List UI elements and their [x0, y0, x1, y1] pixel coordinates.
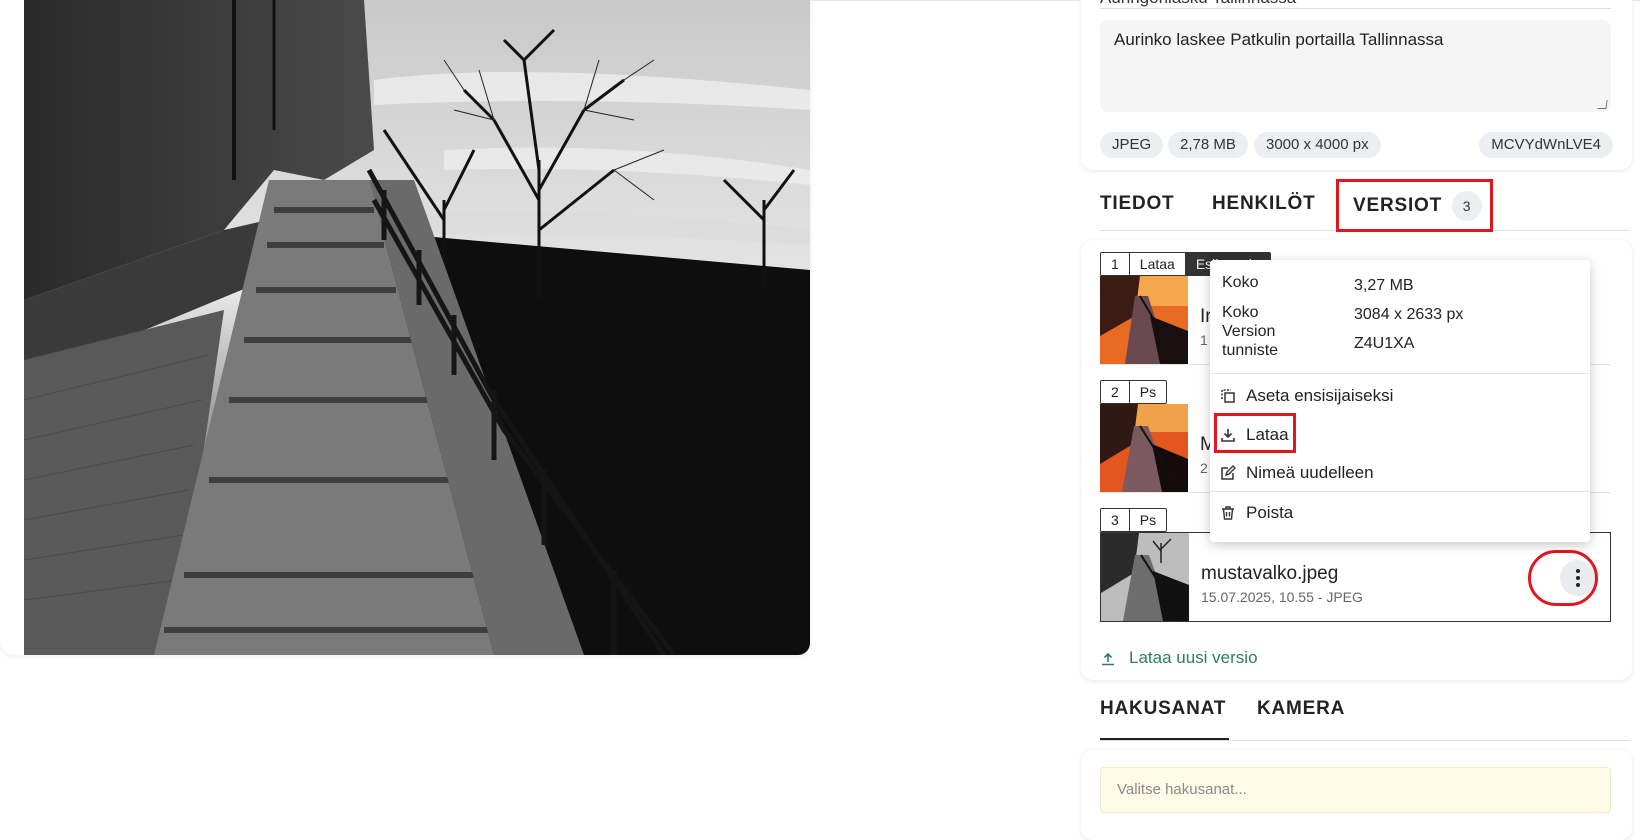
tab-people[interactable]: HENKILÖT — [1212, 193, 1316, 215]
version-1-thumbnail — [1100, 276, 1188, 364]
format-chip: JPEG — [1100, 132, 1164, 158]
menu-set-primary-label: Aseta ensisijaiseksi — [1246, 386, 1394, 405]
version-2-tag-label: Ps — [1139, 384, 1157, 400]
menu-id-value: Z4U1XA — [1354, 335, 1415, 352]
menu-rename[interactable]: Nimeä uudelleen — [1220, 460, 1374, 486]
tab-keywords-underline — [1100, 738, 1229, 740]
tab-keywords[interactable]: HAKUSANAT — [1100, 698, 1226, 720]
version-2-tag: 2 Ps — [1100, 380, 1168, 404]
description-textarea[interactable]: Aurinko laskee Patkulin portailla Tallin… — [1100, 20, 1611, 112]
menu-delete[interactable]: Poista — [1220, 500, 1293, 526]
upload-new-version-link[interactable]: Lataa uusi versio — [1101, 648, 1258, 668]
lower-tabs: HAKUSANAT KAMERA — [1100, 690, 1630, 741]
versions-tab-highlight — [1336, 179, 1493, 232]
title-field[interactable]: Auringonlasku Tallinnassa — [1100, 0, 1611, 9]
menu-set-primary[interactable]: Aseta ensisijaiseksi — [1220, 383, 1393, 409]
menu-id-label-line1: Version — [1222, 323, 1276, 340]
version-2-number: 2 — [1101, 381, 1130, 403]
version-1-meta: 1 — [1200, 332, 1208, 348]
more-button-highlight — [1528, 550, 1598, 606]
menu-size-label: Koko — [1222, 274, 1259, 291]
dimensions-chip: 3000 x 4000 px — [1254, 132, 1381, 158]
metadata-card: Auringonlasku Tallinnassa Aurinko laskee… — [1081, 0, 1632, 170]
version-context-menu: Koko 3,27 MB Koko 3084 x 2633 px Version… — [1210, 260, 1590, 542]
id-chip: MCVYdWnLVE4 — [1479, 132, 1613, 158]
keywords-input[interactable]: Valitse hakusanat... — [1100, 767, 1611, 813]
tab-info[interactable]: TIEDOT — [1100, 193, 1174, 215]
tab-camera[interactable]: KAMERA — [1257, 698, 1345, 720]
upload-new-version-label: Lataa uusi versio — [1129, 648, 1258, 667]
version-3-name: mustavalko.jpeg — [1201, 563, 1339, 584]
description-text: Aurinko laskee Patkulin portailla Tallin… — [1114, 30, 1444, 49]
menu-delete-label: Poista — [1246, 503, 1294, 522]
version-3-tag: 3 Ps — [1100, 508, 1168, 532]
menu-dims-label: Koko — [1222, 304, 1259, 321]
keywords-card: Valitse hakusanat... — [1081, 750, 1632, 840]
version-1-tag-label: Lataa — [1130, 253, 1186, 275]
version-2-meta: 2 — [1200, 460, 1208, 476]
photo-preview-card — [0, 0, 810, 655]
size-chip: 2,78 MB — [1168, 132, 1248, 158]
version-2-thumbnail — [1100, 404, 1188, 492]
menu-divider — [1210, 373, 1590, 374]
edit-icon — [1220, 465, 1236, 481]
upload-icon — [1101, 651, 1115, 666]
download-highlight — [1214, 413, 1296, 453]
version-3-meta: 15.07.2025, 10.55 - JPEG — [1201, 589, 1363, 605]
version-1-number: 1 — [1101, 253, 1130, 275]
photo-preview[interactable] — [24, 0, 810, 655]
menu-rename-label: Nimeä uudelleen — [1246, 463, 1374, 482]
menu-size-value: 3,27 MB — [1354, 277, 1414, 294]
version-3-thumbnail — [1101, 533, 1189, 621]
copy-icon — [1220, 388, 1236, 404]
menu-divider — [1210, 491, 1590, 492]
trash-icon — [1220, 505, 1236, 521]
resize-handle-icon[interactable] — [1597, 100, 1608, 109]
menu-dims-value: 3084 x 2633 px — [1354, 306, 1464, 323]
version-3-number: 3 — [1101, 509, 1130, 531]
version-3-tag-label: Ps — [1139, 512, 1157, 528]
photo-preview-image — [24, 0, 810, 655]
menu-id-label-line2: tunniste — [1222, 342, 1279, 359]
